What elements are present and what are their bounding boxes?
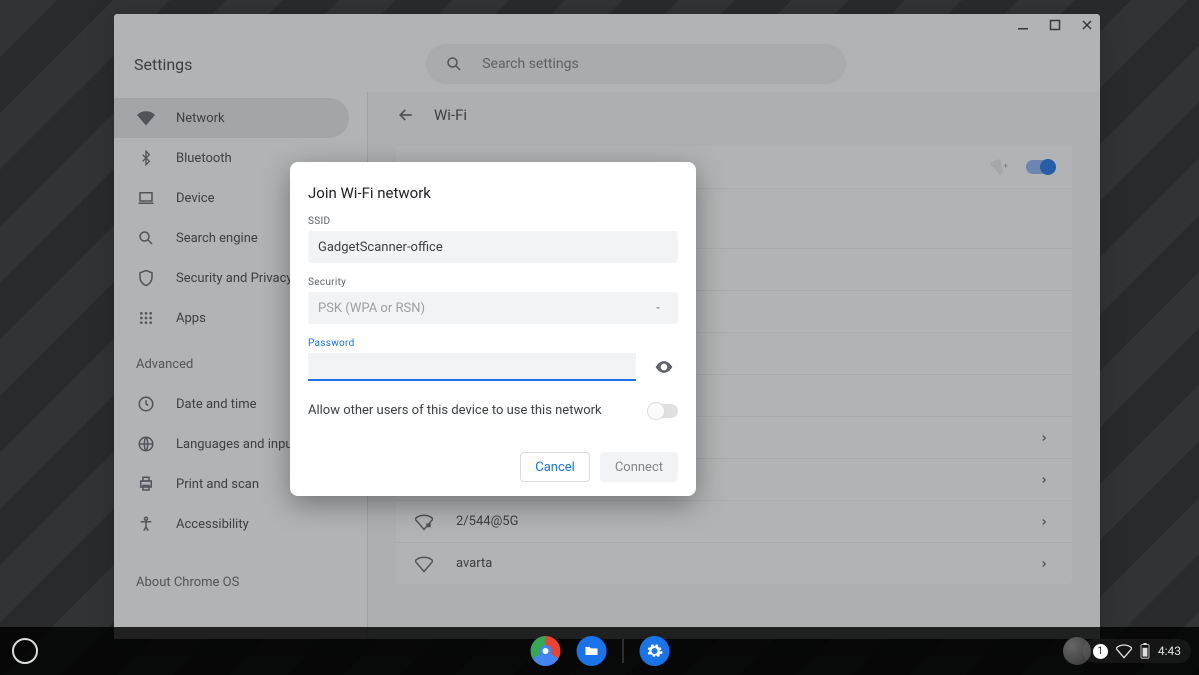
show-password-button[interactable] bbox=[650, 353, 678, 381]
chevron-down-icon bbox=[648, 298, 668, 318]
wifi-status-icon bbox=[1116, 643, 1132, 659]
battery-icon bbox=[1140, 643, 1150, 659]
chrome-app-icon[interactable] bbox=[530, 636, 560, 666]
join-wifi-dialog: Join Wi-Fi network SSID GadgetScanner-of… bbox=[290, 162, 696, 496]
files-app-icon[interactable] bbox=[576, 636, 606, 666]
password-input[interactable] bbox=[308, 353, 636, 381]
system-tray[interactable]: 1 4:43 bbox=[1083, 639, 1191, 663]
ssid-field[interactable]: GadgetScanner-office bbox=[308, 231, 678, 263]
notification-badge: 1 bbox=[1093, 644, 1108, 659]
cancel-button[interactable]: Cancel bbox=[520, 452, 590, 482]
password-label: Password bbox=[308, 338, 678, 349]
shelf-divider bbox=[622, 639, 623, 663]
shelf-apps bbox=[530, 636, 669, 666]
shelf: 1 4:43 bbox=[0, 627, 1199, 675]
clock: 4:43 bbox=[1158, 644, 1181, 658]
share-network-label: Allow other users of this device to use … bbox=[308, 403, 602, 418]
connect-button[interactable]: Connect bbox=[600, 452, 678, 482]
security-select[interactable]: PSK (WPA or RSN) bbox=[308, 292, 678, 324]
security-label: Security bbox=[308, 277, 678, 288]
share-network-toggle[interactable] bbox=[648, 404, 678, 418]
eye-icon bbox=[654, 357, 674, 377]
ssid-label: SSID bbox=[308, 216, 678, 227]
settings-app-icon[interactable] bbox=[639, 636, 669, 666]
launcher-button[interactable] bbox=[12, 638, 38, 664]
dialog-title: Join Wi-Fi network bbox=[308, 184, 678, 202]
